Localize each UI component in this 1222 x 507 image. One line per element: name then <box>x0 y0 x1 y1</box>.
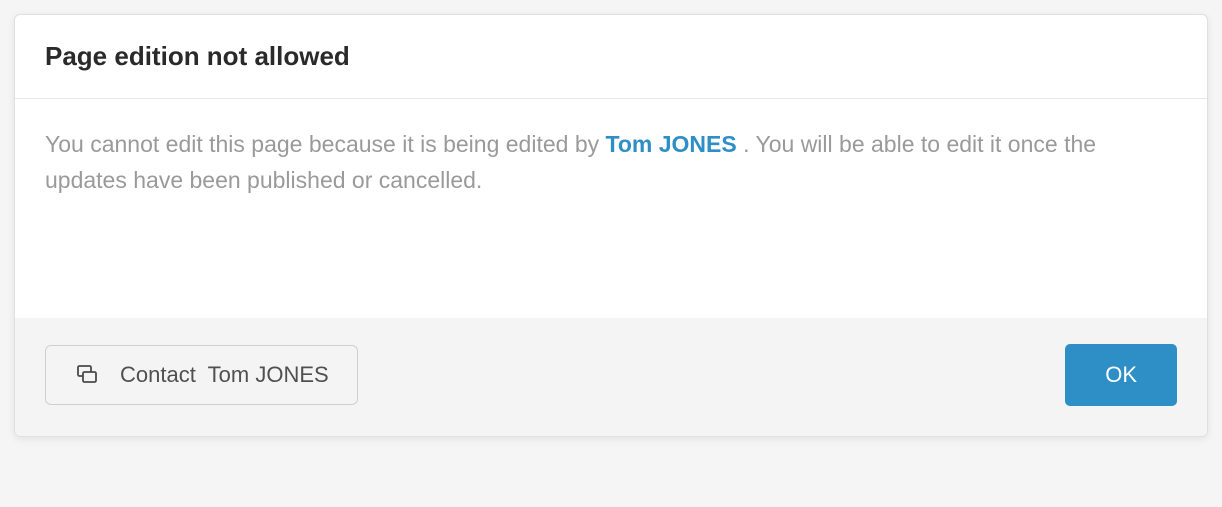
dialog-message: You cannot edit this page because it is … <box>45 127 1177 198</box>
ok-button[interactable]: OK <box>1065 344 1177 406</box>
contact-user-name: Tom JONES <box>208 362 329 387</box>
contact-label-text: Contact <box>120 362 196 387</box>
dialog-message-before: You cannot edit this page because it is … <box>45 131 606 157</box>
chat-icon <box>74 362 100 388</box>
dialog-title: Page edition not allowed <box>45 41 1177 72</box>
dialog-body: You cannot edit this page because it is … <box>15 99 1207 318</box>
page-edition-not-allowed-dialog: Page edition not allowed You cannot edit… <box>14 14 1208 437</box>
contact-label: Contact Tom JONES <box>120 362 329 388</box>
dialog-header: Page edition not allowed <box>15 15 1207 99</box>
contact-user-button[interactable]: Contact Tom JONES <box>45 345 358 405</box>
dialog-message-user: Tom JONES <box>606 131 737 157</box>
dialog-footer: Contact Tom JONES OK <box>15 318 1207 436</box>
